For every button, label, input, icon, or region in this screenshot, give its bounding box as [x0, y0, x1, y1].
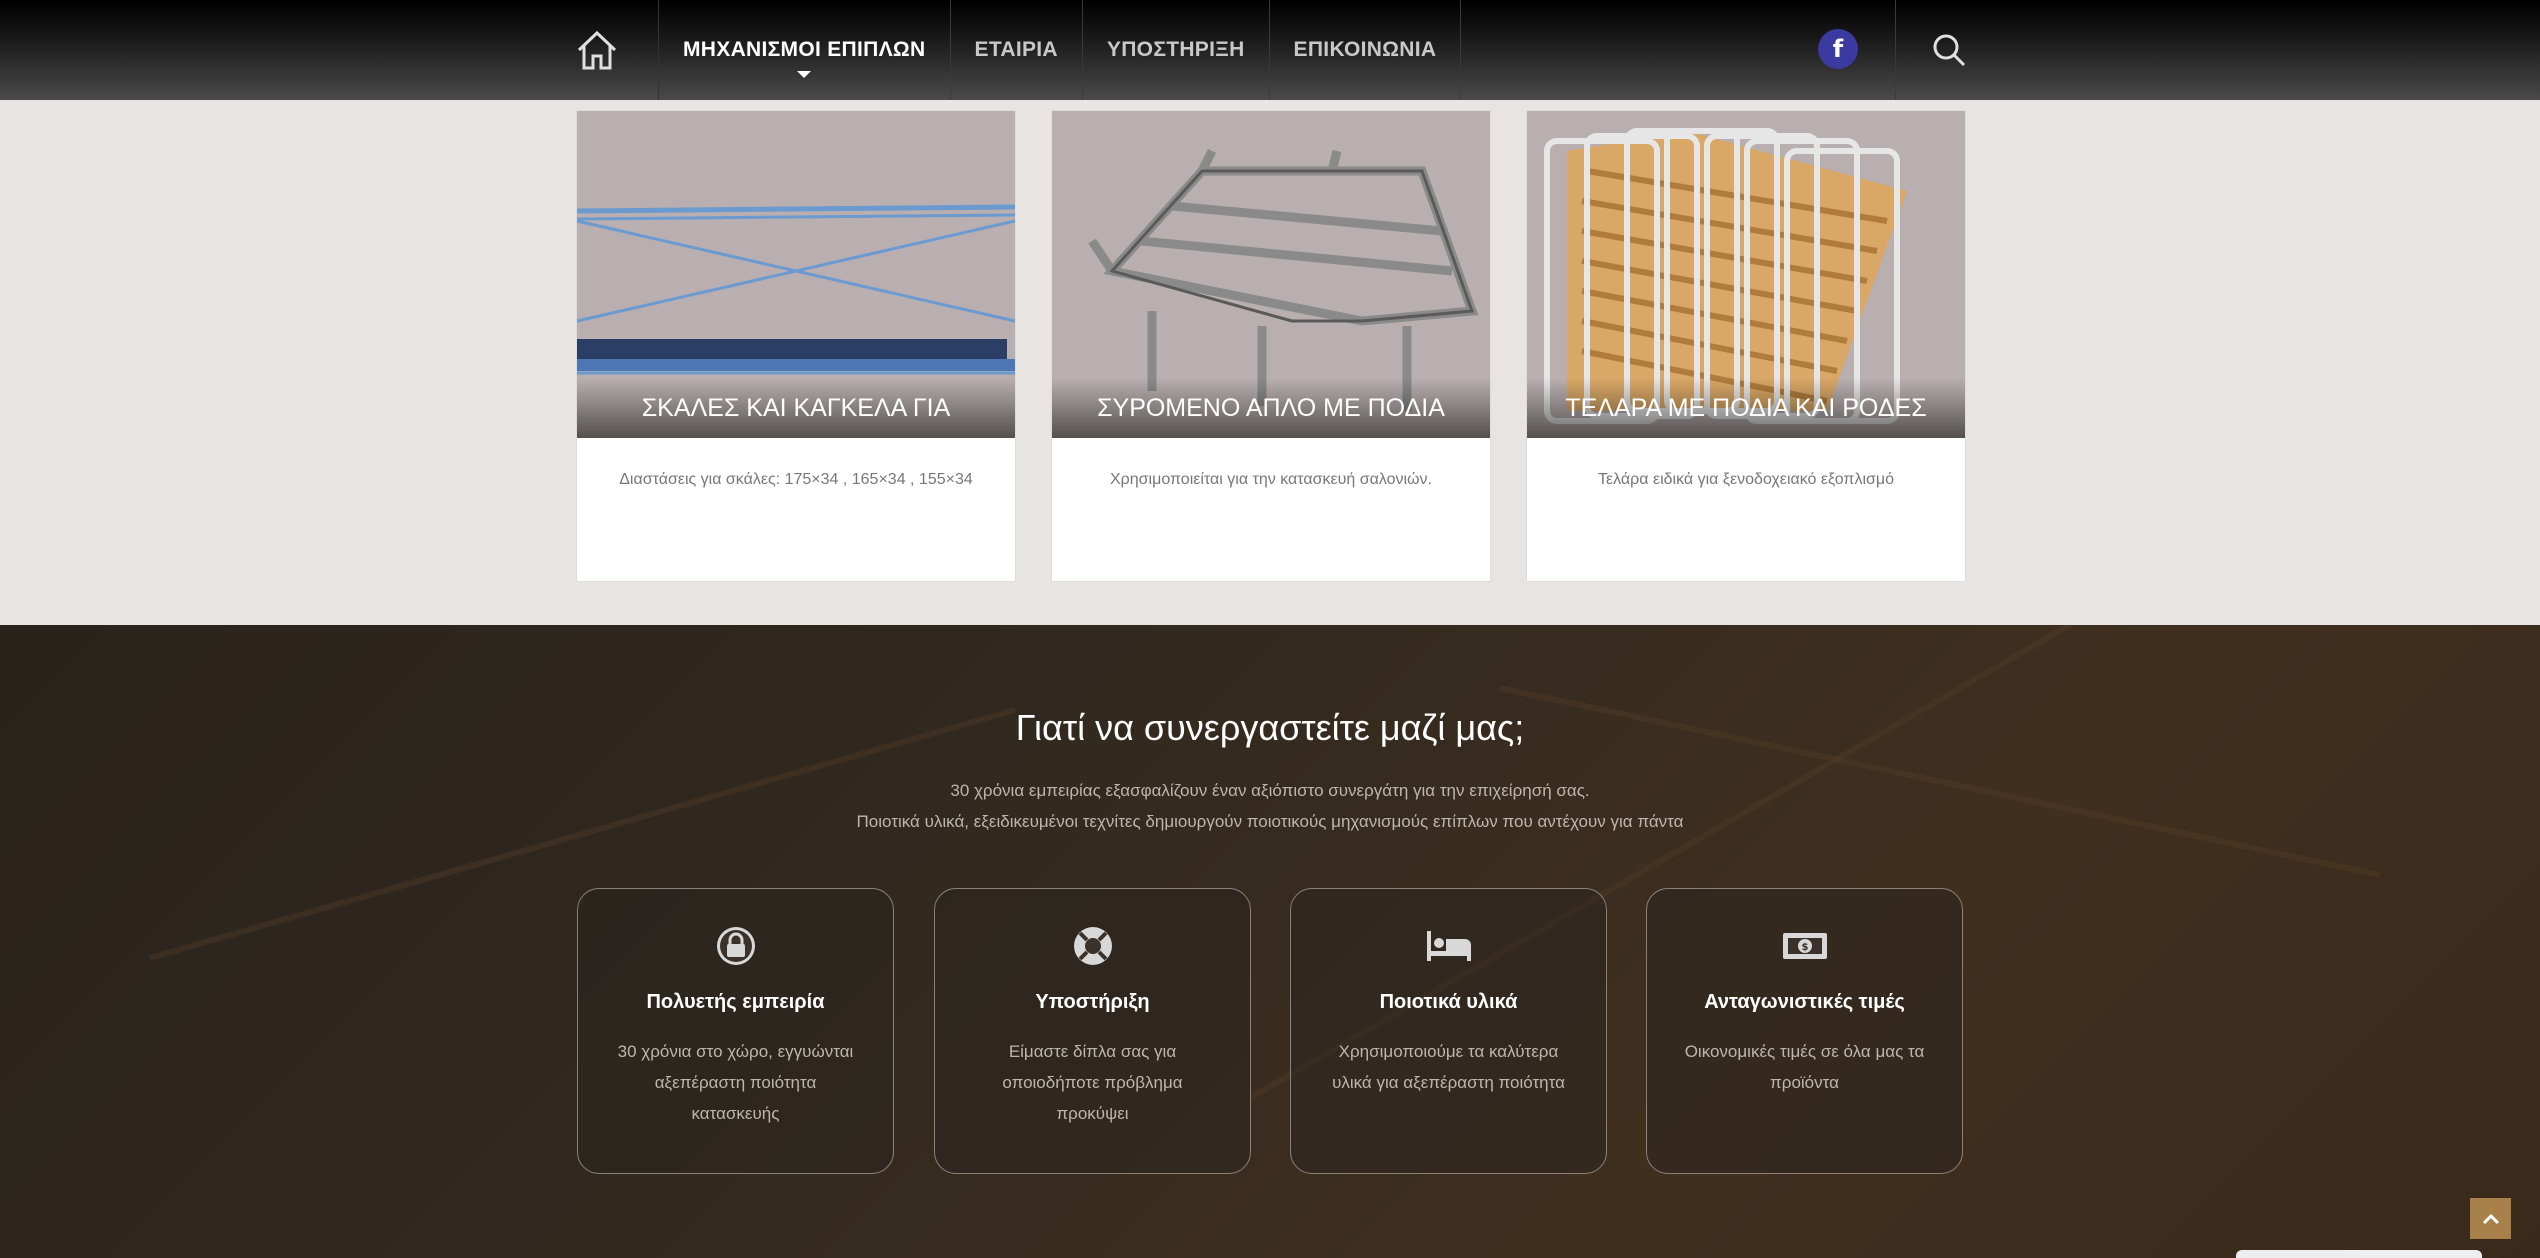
- product-image-sliding: ΣΥΡΟΜΕΝΟ ΑΠΛΟ ΜΕ ΠΟΔΙΑ: [1052, 111, 1490, 438]
- feature-card: Υποστήριξη Είμαστε δίπλα σας για οποιοδή…: [934, 888, 1251, 1174]
- product-desc: Διαστάσεις για σκάλες: 175×34 , 165×34 ,…: [619, 471, 973, 488]
- product-title: ΤΕΛΑΡΑ ΜΕ ΠΟΔΙΑ ΚΑΙ ΡΟΔΕΣ: [1527, 378, 1965, 438]
- search-icon: [1933, 34, 1966, 67]
- product-card[interactable]: ΤΕΛΑΡΑ ΜΕ ΠΟΔΙΑ ΚΑΙ ΡΟΔΕΣ Τελάρα ειδικά …: [1526, 110, 1966, 582]
- product-image-ladders: ΣΚΑΛΕΣ ΚΑΙ ΚΑΓΚΕΛΑ ΓΙΑ ΚΟΥΚΕΤΕΣ: [577, 111, 1015, 438]
- product-card[interactable]: ΣΚΑΛΕΣ ΚΑΙ ΚΑΓΚΕΛΑ ΓΙΑ ΚΟΥΚΕΤΕΣ Διαστάσε…: [576, 110, 1016, 582]
- header-divider: [1895, 0, 1896, 100]
- search-button[interactable]: [1932, 33, 1966, 72]
- feature-card: Πολυετής εμπειρία 30 χρόνια στο χώρο, εγ…: [577, 888, 894, 1174]
- caret-down-icon: [797, 71, 812, 78]
- feature-text: 30 χρόνια στο χώρο, εγγυώνται αξεπέραστη…: [617, 1042, 854, 1123]
- cookie-widget-edge: [2236, 1250, 2482, 1258]
- why-us-section: Γιατί να συνεργαστείτε μαζί μας; 30 χρόν…: [0, 625, 2540, 1258]
- feature-card: $ Ανταγωνιστικές τιμές Οικονομικές τιμές…: [1646, 888, 1963, 1174]
- product-card[interactable]: ΣΥΡΟΜΕΝΟ ΑΠΛΟ ΜΕ ΠΟΔΙΑ Χρησιμοποιείται γ…: [1051, 110, 1491, 582]
- lifebuoy-icon: [1073, 927, 1112, 965]
- main-nav: ΜΗΧΑΝΙΣΜΟΙ ΕΠΙΠΛΩΝ ΕΤΑΙΡΙΑ ΥΠΟΣΤΗΡΙΞΗ ΕΠ…: [575, 0, 1462, 100]
- nav-item-label: ΜΗΧΑΝΙΣΜΟΙ ΕΠΙΠΛΩΝ: [683, 38, 926, 61]
- product-title: ΣΚΑΛΕΣ ΚΑΙ ΚΑΓΚΕΛΑ ΓΙΑ ΚΟΥΚΕΤΕΣ: [577, 378, 1015, 438]
- site-header: ΜΗΧΑΝΙΣΜΟΙ ΕΠΙΠΛΩΝ ΕΤΑΙΡΙΑ ΥΠΟΣΤΗΡΙΞΗ ΕΠ…: [0, 0, 2540, 100]
- nav-item-contact[interactable]: ΕΠΙΚΟΙΝΩΝΙΑ: [1270, 0, 1462, 100]
- money-icon: $: [1782, 933, 1827, 959]
- feature-title: Πολυετής εμπειρία: [646, 991, 825, 1013]
- feature-text: Είμαστε δίπλα σας για οποιοδήποτε πρόβλη…: [1002, 1042, 1183, 1123]
- section-title: Γιατί να συνεργαστείτε μαζί μας;: [1015, 707, 1525, 748]
- svg-text:$: $: [1801, 942, 1808, 953]
- product-title: ΣΥΡΟΜΕΝΟ ΑΠΛΟ ΜΕ ΠΟΔΙΑ: [1052, 378, 1490, 438]
- home-icon: [577, 30, 617, 70]
- feature-title: Ποιοτικά υλικά: [1379, 991, 1518, 1013]
- nav-item-label: ΕΤΑΙΡΙΑ: [974, 38, 1058, 61]
- feature-title: Υποστήριξη: [1035, 991, 1150, 1013]
- product-desc: Τελάρα ειδικά για ξενοδοχειακό εξοπλισμό: [1597, 471, 1895, 488]
- feature-title: Ανταγωνιστικές τιμές: [1704, 991, 1905, 1013]
- feature-text: Χρησιμοποιούμε τα καλύτερα υλικά για αξε…: [1332, 1042, 1565, 1092]
- lock-icon: [716, 927, 755, 965]
- section-subtitle-line2: Ποιοτικά υλικά, εξειδικευμένοι τεχνίτες …: [856, 812, 1684, 831]
- product-image-frames: ΤΕΛΑΡΑ ΜΕ ΠΟΔΙΑ ΚΑΙ ΡΟΔΕΣ: [1527, 111, 1965, 438]
- facebook-letter: f: [1832, 35, 1844, 63]
- bed-icon: [1426, 931, 1471, 961]
- feature-text: Οικονομικές τιμές σε όλα μας τα προϊόντα: [1684, 1042, 1925, 1092]
- nav-item-mechanisms[interactable]: ΜΗΧΑΝΙΣΜΟΙ ΕΠΙΠΛΩΝ: [659, 0, 951, 100]
- facebook-icon[interactable]: f: [1818, 29, 1858, 69]
- nav-item-support[interactable]: ΥΠΟΣΤΗΡΙΞΗ: [1083, 0, 1270, 100]
- section-subtitle-line1: 30 χρόνια εμπειρίας εξασφαλίζουν έναν αξ…: [950, 781, 1590, 800]
- products-section: ΣΚΑΛΕΣ ΚΑΙ ΚΑΓΚΕΛΑ ΓΙΑ ΚΟΥΚΕΤΕΣ Διαστάσε…: [0, 100, 2540, 625]
- chevron-up-icon: [2482, 1213, 2499, 1224]
- nav-item-label: ΕΠΙΚΟΙΝΩΝΙΑ: [1293, 38, 1437, 61]
- nav-item-company[interactable]: ΕΤΑΙΡΙΑ: [951, 0, 1083, 100]
- feature-card: Ποιοτικά υλικά Χρησιμοποιούμε τα καλύτερ…: [1290, 888, 1607, 1174]
- home-link[interactable]: [575, 0, 659, 100]
- product-desc: Χρησιμοποιείται για την κατασκευή σαλονι…: [1110, 471, 1432, 488]
- scroll-to-top-button[interactable]: [2470, 1198, 2511, 1239]
- nav-item-label: ΥΠΟΣΤΗΡΙΞΗ: [1106, 38, 1245, 61]
